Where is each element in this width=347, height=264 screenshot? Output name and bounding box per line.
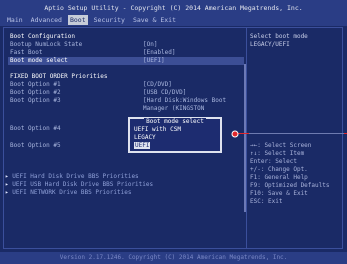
numlock-label: Bootup NumLock State <box>10 41 83 48</box>
boot-option-3-value[interactable]: [Hard Disk:Windows Boot <box>143 97 226 104</box>
fixed-boot-order-heading: FIXED BOOT ORDER Priorities <box>10 73 108 80</box>
annotation-dot-icon <box>231 130 239 138</box>
boot-mode-popup: Boot mode select UEFI with CSM LEGACY UE… <box>128 117 222 153</box>
panel-divider <box>246 28 247 249</box>
help-key-optimized-defaults: F9: Optimized Defaults <box>250 182 330 189</box>
help-key-general-help: F1: General Help <box>250 174 308 181</box>
boot-option-1-label: Boot Option #1 <box>10 81 61 88</box>
help-description-line-1: Select boot mode <box>250 33 308 40</box>
tab-boot[interactable]: Boot <box>67 15 88 25</box>
boot-option-4-label: Boot Option #4 <box>10 125 61 132</box>
tab-bar: Main Advanced Boot Security Save & Exit <box>5 15 178 25</box>
help-divider <box>249 133 344 134</box>
boot-mode-value[interactable]: [UEFI] <box>143 57 165 64</box>
tab-main[interactable]: Main <box>5 15 25 25</box>
tab-security[interactable]: Security <box>92 15 127 25</box>
help-key-enter: Enter: Select <box>250 158 297 165</box>
boot-option-3-value-line2: Manager (KINGSTON <box>143 105 205 112</box>
help-description-line-2: LEGACY/UEFI <box>250 41 290 48</box>
header-bar: Aptio Setup Utility - Copyright (C) 2014… <box>0 0 347 26</box>
help-key-change-opt: +/-: Change Opt. <box>250 166 308 173</box>
popup-option-uefi[interactable]: UEFI <box>134 142 151 149</box>
version-footer: Version 2.17.1246. Copyright (C) 2014 Am… <box>0 252 347 264</box>
help-key-select-screen: →←: Select Screen <box>250 142 312 149</box>
boot-option-2-label: Boot Option #2 <box>10 89 61 96</box>
tab-save-exit[interactable]: Save & Exit <box>131 15 178 25</box>
popup-option-legacy[interactable]: LEGACY <box>134 134 156 141</box>
popup-option-uefi-with-csm[interactable]: UEFI with CSM <box>134 126 181 133</box>
boot-mode-label: Boot mode select <box>10 57 68 64</box>
submenu-uefi-hdd[interactable]: ▸ UEFI Hard Disk Drive BBS Priorities <box>5 173 139 180</box>
tab-advanced[interactable]: Advanced <box>29 15 64 25</box>
numlock-value[interactable]: [On] <box>143 41 157 48</box>
help-key-select-item: ↑↓: Select Item <box>250 150 305 157</box>
submenu-uefi-usb-hdd[interactable]: ▸ UEFI USB Hard Disk Drive BBS Prioritie… <box>5 181 153 188</box>
fast-boot-label: Fast Boot <box>10 49 43 56</box>
popup-title: Boot mode select <box>144 118 206 125</box>
boot-option-1-value[interactable]: [CD/DVD] <box>143 81 172 88</box>
fast-boot-value[interactable]: [Enabled] <box>143 49 176 56</box>
boot-configuration-heading: Boot Configuration <box>10 33 76 40</box>
utility-title: Aptio Setup Utility - Copyright (C) 2014… <box>44 4 303 12</box>
submenu-uefi-network[interactable]: ▸ UEFI NETWORK Drive BBS Priorities <box>5 189 131 196</box>
boot-option-5-label: Boot Option #5 <box>10 142 61 149</box>
boot-option-2-value[interactable]: [USB CD/DVD] <box>143 89 186 96</box>
help-key-save-exit: F10: Save & Exit <box>250 190 308 197</box>
help-key-esc-exit: ESC: Exit <box>250 198 283 205</box>
boot-option-3-label: Boot Option #3 <box>10 97 61 104</box>
